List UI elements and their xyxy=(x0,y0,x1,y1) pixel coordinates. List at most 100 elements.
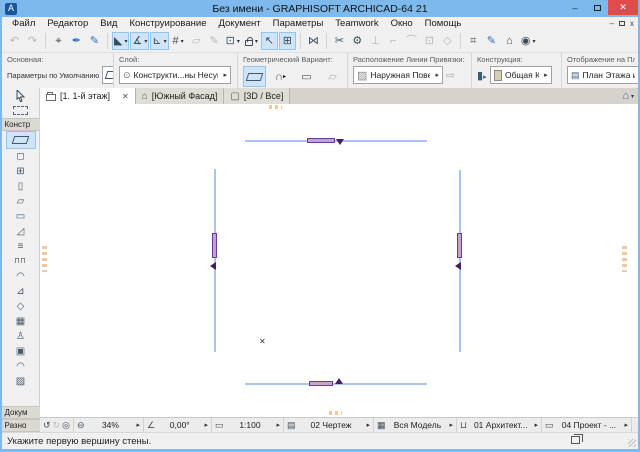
arrow-tool[interactable] xyxy=(6,88,36,103)
dropdown-arrow-icon[interactable]: ▾ xyxy=(144,38,147,45)
wall-right[interactable] xyxy=(459,170,461,352)
flyout-arrow-icon[interactable]: ▸ xyxy=(366,421,370,429)
modify-polygon-button[interactable]: ◇ xyxy=(439,32,456,50)
lamp-tool[interactable]: ◠ xyxy=(6,359,36,374)
dropdown-arrow-icon[interactable]: ▾ xyxy=(532,38,535,45)
toolbox-section-label[interactable]: Разно xyxy=(2,419,40,432)
marquee-tool[interactable] xyxy=(6,103,36,118)
camera-button[interactable]: ◉▾ xyxy=(519,32,538,50)
wall-structure-icon[interactable]: ▮▸ xyxy=(477,69,487,82)
geometry-rectangle-wall-button[interactable]: ▱ xyxy=(321,66,344,87)
zoom-to-selection-button[interactable]: ◎ xyxy=(62,420,70,431)
curtain-wall-tool[interactable]: ⊿ xyxy=(6,284,36,299)
flip-icon[interactable]: ⇨ xyxy=(446,69,455,82)
tab-close-icon[interactable]: ✕ xyxy=(122,92,129,101)
wall-left[interactable] xyxy=(214,169,216,352)
adjust-button[interactable]: ⚙ xyxy=(349,32,366,50)
toolbox-section-label[interactable]: Констр xyxy=(2,118,40,131)
menu-item-9[interactable]: Помощь xyxy=(419,18,468,29)
scroll-handle-top[interactable] xyxy=(269,105,282,109)
wall-default-settings-button[interactable]: ▾ xyxy=(102,66,114,84)
door-tool[interactable]: ◻ xyxy=(6,149,36,164)
wall-tool[interactable] xyxy=(6,131,36,149)
menu-item-3[interactable]: Вид xyxy=(94,18,123,29)
intersect-button[interactable]: ⌐ xyxy=(385,32,402,50)
tab-3[interactable]: ▢[3D / Все] xyxy=(224,88,290,104)
resize-button[interactable]: ⊡ xyxy=(421,32,438,50)
zone-tool[interactable]: ▣ xyxy=(6,344,36,359)
scroll-handle-right[interactable] xyxy=(622,246,627,272)
floor-plan-canvas[interactable]: ✕ xyxy=(40,104,638,417)
sketch-render-button[interactable]: ✎ xyxy=(483,32,500,50)
mesh-tool[interactable]: ▦ xyxy=(6,314,36,329)
lock-button[interactable]: ▾ xyxy=(243,32,260,50)
morph-tool[interactable]: ◇ xyxy=(6,299,36,314)
edit-grid-button[interactable]: ⌗ xyxy=(465,32,482,50)
floor-plan-display-button[interactable]: ▤ План Этажа и Ра... xyxy=(567,66,638,84)
split-button[interactable]: ✂ xyxy=(331,32,348,50)
snap-guides-button[interactable]: ∡▾ xyxy=(130,32,149,50)
dimension-style-control[interactable]: ▭04 Проект - ...▸ xyxy=(542,418,632,432)
dropdown-arrow-icon[interactable]: ▾ xyxy=(124,38,127,45)
dropdown-arrow-icon[interactable]: ▾ xyxy=(237,38,240,45)
guide-lines-button[interactable]: ◣▾ xyxy=(112,32,129,50)
scroll-handle-bottom[interactable] xyxy=(329,411,342,415)
feather-button[interactable]: ✎ xyxy=(206,32,223,50)
tab-2[interactable]: ⌂[Южный Фасад] xyxy=(136,88,225,104)
railing-tool[interactable]: ПП xyxy=(6,254,36,269)
mdi-restore-button[interactable] xyxy=(619,21,625,26)
marquee-transfer-button[interactable]: ⋈ xyxy=(305,32,322,50)
minimize-button[interactable]: – xyxy=(564,0,586,15)
undo-button[interactable]: ↶ xyxy=(6,32,23,50)
publish-home-button[interactable]: ⌂ xyxy=(501,32,518,50)
maximize-button[interactable] xyxy=(586,0,608,15)
menu-item-6[interactable]: Параметры xyxy=(267,18,330,29)
stair-tool[interactable]: ≡ xyxy=(6,239,36,254)
menu-item-8[interactable]: Окно xyxy=(385,18,419,29)
scale-control[interactable]: ▭1:100▸ xyxy=(212,418,284,432)
dropdown-arrow-icon[interactable]: ▾ xyxy=(631,93,634,100)
roof-tool[interactable]: ◿ xyxy=(6,224,36,239)
geometry-chained-wall-button[interactable]: ▭ xyxy=(295,66,318,87)
object-tool[interactable]: ♙ xyxy=(6,329,36,344)
resize-grip[interactable] xyxy=(628,439,636,447)
navigator-icon[interactable]: ⌂ xyxy=(622,90,629,102)
redo-button[interactable]: ↷ xyxy=(24,32,41,50)
menu-item-4[interactable]: Конструирование xyxy=(123,18,212,29)
flyout-arrow-icon[interactable]: ▸ xyxy=(449,421,453,429)
grid-snap-button[interactable]: #▾ xyxy=(170,32,187,50)
window-stack-icon[interactable] xyxy=(571,436,580,444)
auto-dimension-button[interactable]: ⊞ xyxy=(279,32,296,50)
flyout-arrow-icon[interactable]: ▸ xyxy=(534,421,538,429)
dropdown-arrow-icon[interactable]: ▾ xyxy=(181,38,184,45)
dropdown-arrow-icon[interactable]: ▾ xyxy=(255,38,258,45)
toolbox-section-label[interactable]: Докум xyxy=(2,406,40,419)
flyout-arrow-icon[interactable]: ▸ xyxy=(204,421,208,429)
orientation-control[interactable]: ∠0,00°▸ xyxy=(144,418,212,432)
column-tool[interactable]: ▯ xyxy=(6,179,36,194)
composite-button[interactable]: Общая Конст... ▸ xyxy=(490,66,552,84)
beam-tool[interactable]: ▱ xyxy=(6,194,36,209)
mdi-minimize-button[interactable]: – xyxy=(610,19,614,28)
previous-view-button[interactable]: ↺ xyxy=(43,420,51,431)
eraser-button[interactable]: ▱ xyxy=(188,32,205,50)
pick-up-parameters-button[interactable]: ⌖ xyxy=(50,32,67,50)
flyout-arrow-icon[interactable]: ▸ xyxy=(624,421,628,429)
layer-combination-control[interactable]: ▤02 Чертеж▸ xyxy=(284,418,374,432)
trim-button[interactable]: ⊥ xyxy=(367,32,384,50)
shell-tool[interactable]: ◠ xyxy=(6,269,36,284)
slab-tool[interactable]: ▭ xyxy=(6,209,36,224)
mdi-close-button[interactable]: x xyxy=(630,19,634,28)
eyedropper-button[interactable]: ✒ xyxy=(68,32,85,50)
flyout-arrow-icon[interactable]: ▸ xyxy=(136,421,140,429)
suspend-groups-button[interactable]: ↖ xyxy=(261,32,278,50)
layer-button[interactable]: ⊙ Конструкти...ны Несущие ▸ xyxy=(119,66,231,84)
geometry-straight-wall-button[interactable] xyxy=(243,66,266,87)
zoom-level-control[interactable]: ⊖34%▸ xyxy=(74,418,144,432)
menu-item-5[interactable]: Документ xyxy=(212,18,266,29)
geometry-curved-wall-button[interactable]: ∩▸ xyxy=(269,66,292,87)
menu-item-7[interactable]: Teamwork xyxy=(329,18,384,29)
trace-reference-button[interactable]: ⊡▾ xyxy=(224,32,242,50)
menu-item-1[interactable]: Файл xyxy=(6,18,41,29)
syringe-button[interactable]: ✎ xyxy=(86,32,103,50)
